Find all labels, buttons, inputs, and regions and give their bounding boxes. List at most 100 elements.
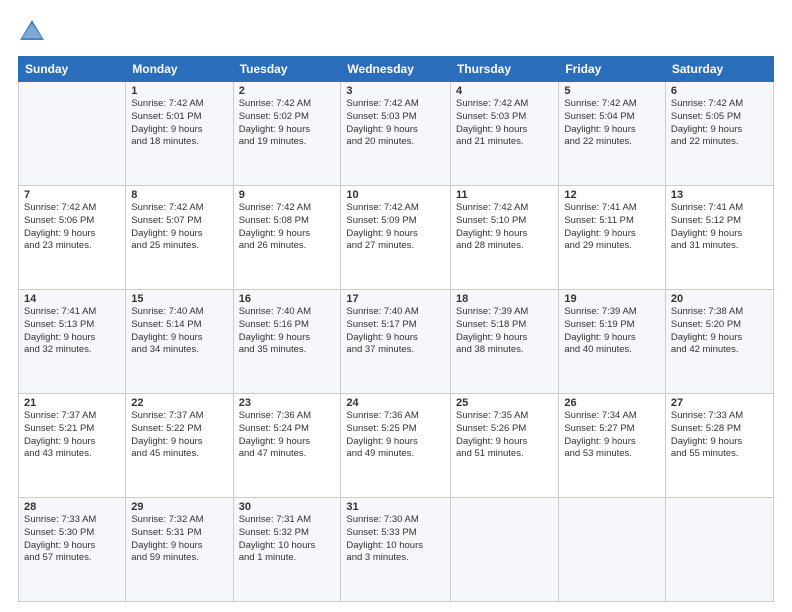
day-detail: Sunrise: 7:41 AMSunset: 5:12 PMDaylight:… xyxy=(671,202,768,253)
logo-icon xyxy=(18,18,46,46)
day-detail: Sunrise: 7:33 AMSunset: 5:30 PMDaylight:… xyxy=(24,514,120,565)
day-number: 4 xyxy=(456,85,553,97)
calendar-cell: 19Sunrise: 7:39 AMSunset: 5:19 PMDayligh… xyxy=(559,290,666,394)
day-header-sunday: Sunday xyxy=(19,57,126,82)
calendar-cell: 6Sunrise: 7:42 AMSunset: 5:05 PMDaylight… xyxy=(665,82,773,186)
day-detail: Sunrise: 7:30 AMSunset: 5:33 PMDaylight:… xyxy=(346,514,445,565)
day-detail: Sunrise: 7:39 AMSunset: 5:19 PMDaylight:… xyxy=(564,306,660,357)
calendar-header: SundayMondayTuesdayWednesdayThursdayFrid… xyxy=(19,57,774,82)
calendar-cell xyxy=(559,498,666,602)
day-number: 12 xyxy=(564,189,660,201)
calendar-cell: 20Sunrise: 7:38 AMSunset: 5:20 PMDayligh… xyxy=(665,290,773,394)
week-row-4: 21Sunrise: 7:37 AMSunset: 5:21 PMDayligh… xyxy=(19,394,774,498)
day-detail: Sunrise: 7:31 AMSunset: 5:32 PMDaylight:… xyxy=(239,514,336,565)
day-detail: Sunrise: 7:36 AMSunset: 5:24 PMDaylight:… xyxy=(239,410,336,461)
day-detail: Sunrise: 7:33 AMSunset: 5:28 PMDaylight:… xyxy=(671,410,768,461)
calendar-cell: 16Sunrise: 7:40 AMSunset: 5:16 PMDayligh… xyxy=(233,290,341,394)
day-detail: Sunrise: 7:36 AMSunset: 5:25 PMDaylight:… xyxy=(346,410,445,461)
calendar-cell: 25Sunrise: 7:35 AMSunset: 5:26 PMDayligh… xyxy=(451,394,559,498)
page-header xyxy=(18,18,774,46)
calendar-cell: 5Sunrise: 7:42 AMSunset: 5:04 PMDaylight… xyxy=(559,82,666,186)
calendar-cell xyxy=(451,498,559,602)
calendar-cell: 3Sunrise: 7:42 AMSunset: 5:03 PMDaylight… xyxy=(341,82,451,186)
day-number: 17 xyxy=(346,293,445,305)
day-number: 8 xyxy=(131,189,227,201)
day-number: 22 xyxy=(131,397,227,409)
day-number: 25 xyxy=(456,397,553,409)
day-detail: Sunrise: 7:42 AMSunset: 5:08 PMDaylight:… xyxy=(239,202,336,253)
day-detail: Sunrise: 7:34 AMSunset: 5:27 PMDaylight:… xyxy=(564,410,660,461)
calendar-cell: 9Sunrise: 7:42 AMSunset: 5:08 PMDaylight… xyxy=(233,186,341,290)
day-detail: Sunrise: 7:42 AMSunset: 5:09 PMDaylight:… xyxy=(346,202,445,253)
calendar-cell: 27Sunrise: 7:33 AMSunset: 5:28 PMDayligh… xyxy=(665,394,773,498)
calendar-cell: 29Sunrise: 7:32 AMSunset: 5:31 PMDayligh… xyxy=(126,498,233,602)
calendar-cell: 22Sunrise: 7:37 AMSunset: 5:22 PMDayligh… xyxy=(126,394,233,498)
day-detail: Sunrise: 7:42 AMSunset: 5:04 PMDaylight:… xyxy=(564,98,660,149)
day-detail: Sunrise: 7:42 AMSunset: 5:05 PMDaylight:… xyxy=(671,98,768,149)
calendar-table: SundayMondayTuesdayWednesdayThursdayFrid… xyxy=(18,56,774,602)
day-detail: Sunrise: 7:42 AMSunset: 5:03 PMDaylight:… xyxy=(346,98,445,149)
calendar-cell: 4Sunrise: 7:42 AMSunset: 5:03 PMDaylight… xyxy=(451,82,559,186)
day-number: 24 xyxy=(346,397,445,409)
week-row-3: 14Sunrise: 7:41 AMSunset: 5:13 PMDayligh… xyxy=(19,290,774,394)
calendar-cell: 14Sunrise: 7:41 AMSunset: 5:13 PMDayligh… xyxy=(19,290,126,394)
day-number: 14 xyxy=(24,293,120,305)
day-number: 9 xyxy=(239,189,336,201)
day-detail: Sunrise: 7:42 AMSunset: 5:06 PMDaylight:… xyxy=(24,202,120,253)
calendar-cell: 2Sunrise: 7:42 AMSunset: 5:02 PMDaylight… xyxy=(233,82,341,186)
day-detail: Sunrise: 7:42 AMSunset: 5:03 PMDaylight:… xyxy=(456,98,553,149)
day-detail: Sunrise: 7:32 AMSunset: 5:31 PMDaylight:… xyxy=(131,514,227,565)
day-number: 26 xyxy=(564,397,660,409)
day-header-wednesday: Wednesday xyxy=(341,57,451,82)
day-detail: Sunrise: 7:39 AMSunset: 5:18 PMDaylight:… xyxy=(456,306,553,357)
day-number: 2 xyxy=(239,85,336,97)
day-number: 21 xyxy=(24,397,120,409)
calendar-cell: 28Sunrise: 7:33 AMSunset: 5:30 PMDayligh… xyxy=(19,498,126,602)
day-number: 19 xyxy=(564,293,660,305)
week-row-2: 7Sunrise: 7:42 AMSunset: 5:06 PMDaylight… xyxy=(19,186,774,290)
day-detail: Sunrise: 7:40 AMSunset: 5:17 PMDaylight:… xyxy=(346,306,445,357)
day-number: 30 xyxy=(239,501,336,513)
calendar-cell xyxy=(665,498,773,602)
calendar-cell: 13Sunrise: 7:41 AMSunset: 5:12 PMDayligh… xyxy=(665,186,773,290)
day-number: 11 xyxy=(456,189,553,201)
day-number: 6 xyxy=(671,85,768,97)
calendar-cell: 12Sunrise: 7:41 AMSunset: 5:11 PMDayligh… xyxy=(559,186,666,290)
calendar-cell: 30Sunrise: 7:31 AMSunset: 5:32 PMDayligh… xyxy=(233,498,341,602)
day-header-thursday: Thursday xyxy=(451,57,559,82)
calendar-cell: 17Sunrise: 7:40 AMSunset: 5:17 PMDayligh… xyxy=(341,290,451,394)
day-detail: Sunrise: 7:42 AMSunset: 5:02 PMDaylight:… xyxy=(239,98,336,149)
day-number: 3 xyxy=(346,85,445,97)
day-number: 16 xyxy=(239,293,336,305)
day-number: 18 xyxy=(456,293,553,305)
calendar-cell: 21Sunrise: 7:37 AMSunset: 5:21 PMDayligh… xyxy=(19,394,126,498)
day-detail: Sunrise: 7:41 AMSunset: 5:11 PMDaylight:… xyxy=(564,202,660,253)
calendar-cell: 31Sunrise: 7:30 AMSunset: 5:33 PMDayligh… xyxy=(341,498,451,602)
day-detail: Sunrise: 7:37 AMSunset: 5:21 PMDaylight:… xyxy=(24,410,120,461)
day-number: 31 xyxy=(346,501,445,513)
calendar-cell xyxy=(19,82,126,186)
day-number: 20 xyxy=(671,293,768,305)
day-number: 10 xyxy=(346,189,445,201)
calendar-cell: 23Sunrise: 7:36 AMSunset: 5:24 PMDayligh… xyxy=(233,394,341,498)
day-detail: Sunrise: 7:42 AMSunset: 5:01 PMDaylight:… xyxy=(131,98,227,149)
calendar-cell: 1Sunrise: 7:42 AMSunset: 5:01 PMDaylight… xyxy=(126,82,233,186)
day-number: 1 xyxy=(131,85,227,97)
day-detail: Sunrise: 7:35 AMSunset: 5:26 PMDaylight:… xyxy=(456,410,553,461)
day-detail: Sunrise: 7:40 AMSunset: 5:14 PMDaylight:… xyxy=(131,306,227,357)
calendar-cell: 24Sunrise: 7:36 AMSunset: 5:25 PMDayligh… xyxy=(341,394,451,498)
calendar-cell: 11Sunrise: 7:42 AMSunset: 5:10 PMDayligh… xyxy=(451,186,559,290)
calendar-cell: 10Sunrise: 7:42 AMSunset: 5:09 PMDayligh… xyxy=(341,186,451,290)
calendar-cell: 8Sunrise: 7:42 AMSunset: 5:07 PMDaylight… xyxy=(126,186,233,290)
day-detail: Sunrise: 7:41 AMSunset: 5:13 PMDaylight:… xyxy=(24,306,120,357)
day-number: 5 xyxy=(564,85,660,97)
calendar-cell: 18Sunrise: 7:39 AMSunset: 5:18 PMDayligh… xyxy=(451,290,559,394)
week-row-1: 1Sunrise: 7:42 AMSunset: 5:01 PMDaylight… xyxy=(19,82,774,186)
day-detail: Sunrise: 7:42 AMSunset: 5:10 PMDaylight:… xyxy=(456,202,553,253)
calendar-cell: 26Sunrise: 7:34 AMSunset: 5:27 PMDayligh… xyxy=(559,394,666,498)
week-row-5: 28Sunrise: 7:33 AMSunset: 5:30 PMDayligh… xyxy=(19,498,774,602)
day-header-friday: Friday xyxy=(559,57,666,82)
calendar-cell: 7Sunrise: 7:42 AMSunset: 5:06 PMDaylight… xyxy=(19,186,126,290)
day-number: 28 xyxy=(24,501,120,513)
calendar-cell: 15Sunrise: 7:40 AMSunset: 5:14 PMDayligh… xyxy=(126,290,233,394)
